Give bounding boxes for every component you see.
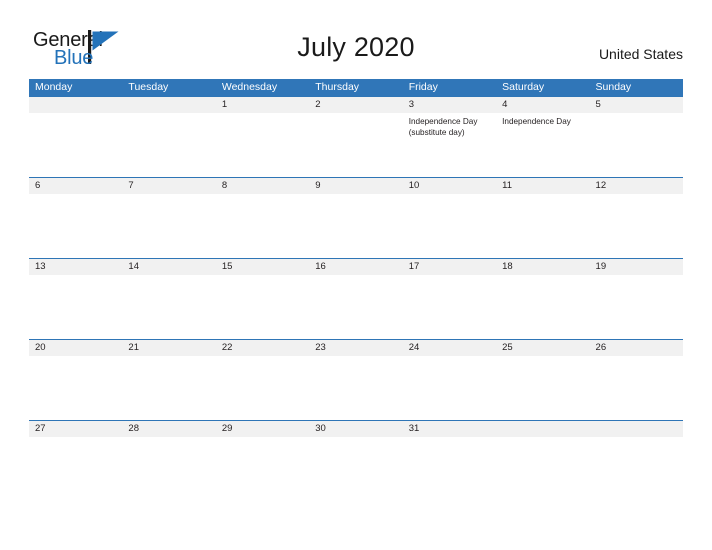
day-number: 31 — [408, 423, 420, 434]
calendar-day-cell[interactable]: 22 — [216, 340, 309, 420]
country-label: United States — [598, 46, 683, 62]
day-events: Independence Day (substitute day) — [409, 113, 493, 138]
calendar-day-cell[interactable]: 16 — [309, 259, 402, 339]
day-number: 29 — [221, 423, 233, 434]
calendar-day-cell-empty — [590, 421, 683, 501]
calendar-day-cell[interactable]: 19 — [590, 259, 683, 339]
calendar-day-cell-empty — [122, 97, 215, 177]
calendar-day-cell[interactable]: 24 — [403, 340, 496, 420]
day-number: 5 — [595, 99, 601, 110]
calendar-week-row: 6 7 8 9 10 11 12 — [29, 177, 683, 258]
calendar-day-cell[interactable]: 27 — [29, 421, 122, 501]
day-of-week-header-tuesday: Tuesday — [128, 81, 169, 93]
day-number: 9 — [315, 180, 321, 191]
calendar-day-cell[interactable]: 26 — [590, 340, 683, 420]
page-header: General Blue July 2020 United States — [0, 0, 712, 76]
calendar-day-cell[interactable]: 13 — [29, 259, 122, 339]
calendar-page: General Blue July 2020 United States Mon… — [0, 0, 712, 550]
calendar-day-cell[interactable]: 9 — [309, 178, 402, 258]
day-number: 1 — [221, 99, 228, 110]
day-of-week-header-saturday: Saturday — [502, 81, 545, 93]
day-of-week-header-sunday: Sunday — [595, 81, 632, 93]
day-number: 3 — [408, 99, 414, 110]
day-number — [596, 421, 680, 437]
day-number: 23 — [315, 342, 326, 353]
holiday-event-label: Independence Day (substitute day) — [408, 117, 478, 137]
calendar-day-cell-empty — [496, 421, 589, 501]
calendar-day-cell[interactable]: 23 — [309, 340, 402, 420]
calendar-day-cell[interactable]: 1 — [216, 97, 309, 177]
calendar-day-cell[interactable]: 20 — [29, 340, 122, 420]
calendar-day-cell[interactable]: 14 — [122, 259, 215, 339]
day-number: 8 — [221, 180, 228, 191]
day-number: 28 — [128, 423, 139, 434]
day-number: 7 — [128, 180, 134, 191]
day-number: 26 — [595, 342, 607, 353]
calendar-week-row: 27 28 29 30 31 — [29, 420, 683, 501]
calendar-day-cell[interactable]: 3 Independence Day (substitute day) — [403, 97, 496, 177]
calendar-day-cell[interactable]: 21 — [122, 340, 215, 420]
day-number: 19 — [595, 261, 607, 272]
calendar-day-cell[interactable]: 5 — [590, 97, 683, 177]
calendar-week-row: 1 2 3 Independence Day (substitute day) 4 Ind… — [29, 96, 683, 177]
day-number: 2 — [315, 99, 321, 110]
day-number: 16 — [315, 261, 326, 272]
calendar-day-cell[interactable]: 7 — [122, 178, 215, 258]
day-of-week-header-friday: Friday — [408, 81, 438, 93]
calendar-week-row: 20 21 22 23 24 25 26 — [29, 339, 683, 420]
calendar-grid: Monday Tuesday Wednesday Thursday Friday Satu… — [29, 79, 683, 501]
day-of-week-header-thursday: Thursday — [315, 81, 360, 93]
day-of-week-header-row: Monday Tuesday Wednesday Thursday Friday Satu… — [29, 79, 683, 96]
holiday-event-label: Independence Day — [502, 117, 571, 126]
day-number: 15 — [221, 261, 233, 272]
day-number: 27 — [35, 423, 46, 434]
day-number: 10 — [408, 180, 420, 191]
calendar-day-cell[interactable]: 2 — [309, 97, 402, 177]
calendar-week-row: 13 14 15 16 17 18 19 — [29, 258, 683, 339]
day-number: 4 — [502, 99, 508, 110]
day-number: 14 — [128, 261, 139, 272]
calendar-day-cell[interactable]: 25 — [496, 340, 589, 420]
day-number: 24 — [408, 342, 420, 353]
day-number: 25 — [502, 342, 513, 353]
day-number: 12 — [595, 180, 607, 191]
calendar-weeks: 1 2 3 Independence Day (substitute day) 4 Ind… — [29, 96, 683, 501]
day-number: 11 — [502, 180, 512, 191]
day-number: 13 — [35, 261, 46, 272]
calendar-day-cell-empty — [29, 97, 122, 177]
calendar-day-cell[interactable]: 28 — [122, 421, 215, 501]
day-number: 21 — [128, 342, 139, 353]
day-number — [35, 97, 119, 113]
calendar-day-cell[interactable]: 10 — [403, 178, 496, 258]
calendar-day-cell[interactable]: 29 — [216, 421, 309, 501]
day-number — [502, 421, 586, 437]
calendar-day-cell[interactable]: 15 — [216, 259, 309, 339]
day-number: 22 — [221, 342, 233, 353]
day-of-week-header-monday: Monday — [35, 81, 73, 93]
calendar-day-cell[interactable]: 31 — [403, 421, 496, 501]
calendar-day-cell[interactable]: 8 — [216, 178, 309, 258]
calendar-day-cell[interactable]: 11 — [496, 178, 589, 258]
calendar-day-cell[interactable]: 12 — [590, 178, 683, 258]
day-events: Independence Day — [502, 113, 586, 128]
calendar-day-cell[interactable]: 30 — [309, 421, 402, 501]
day-number: 17 — [408, 261, 420, 272]
day-number: 18 — [502, 261, 513, 272]
day-number: 6 — [35, 180, 41, 191]
day-number: 20 — [35, 342, 46, 353]
calendar-day-cell[interactable]: 6 — [29, 178, 122, 258]
day-number: 30 — [315, 423, 326, 434]
calendar-day-cell[interactable]: 4 Independence Day — [496, 97, 589, 177]
calendar-day-cell[interactable]: 17 — [403, 259, 496, 339]
day-number — [128, 97, 212, 113]
calendar-day-cell[interactable]: 18 — [496, 259, 589, 339]
day-of-week-header-wednesday: Wednesday — [221, 81, 278, 93]
